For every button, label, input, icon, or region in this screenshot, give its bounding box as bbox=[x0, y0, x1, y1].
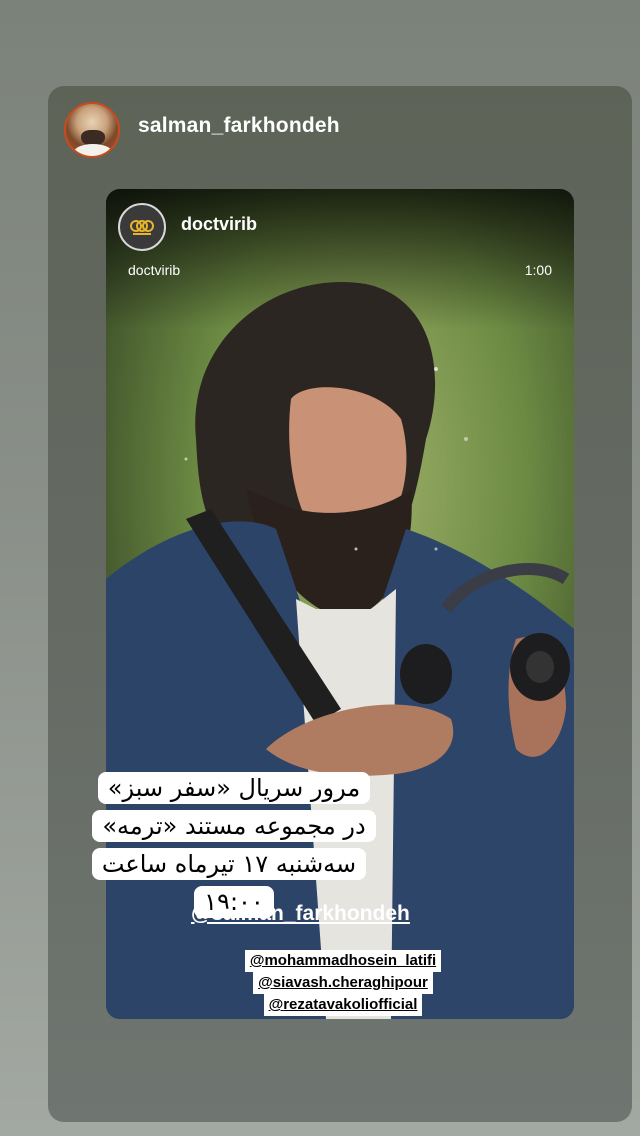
channel-avatar[interactable] bbox=[118, 203, 166, 251]
caption-sticker: مرور سریال «سفر سبز» در مجموعه مستند «تر… bbox=[71, 769, 397, 921]
doc-tv-logo-icon bbox=[130, 220, 154, 235]
story-username[interactable]: salman_farkhondeh bbox=[138, 114, 340, 138]
mention-sticker[interactable]: @siavash.cheraghipour bbox=[253, 972, 433, 994]
mention-main-name: salman_farkhondeh bbox=[211, 902, 410, 925]
mention-at-icon: @ bbox=[191, 902, 212, 925]
caption-line: مرور سریال «سفر سبز» bbox=[97, 772, 371, 804]
caption-line: در مجموعه مستند «ترمه» bbox=[92, 810, 376, 842]
mention-at-icon: @ bbox=[268, 996, 284, 1013]
post-username[interactable]: doctvirib bbox=[181, 214, 257, 235]
mention-sticker[interactable]: @rezatavakoliofficial bbox=[263, 994, 423, 1016]
avatar-shirt-shape bbox=[74, 144, 112, 156]
mention-name: mohammadhosein_latifi bbox=[264, 952, 437, 969]
mention-list: @mohammadhosein_latifi @siavash.cheraghi… bbox=[228, 950, 458, 1016]
mention-at-icon: @ bbox=[258, 974, 273, 991]
mention-name: siavash.cheraghipour bbox=[272, 974, 428, 991]
mention-name: rezatavakoliofficial bbox=[283, 996, 418, 1013]
mention-sticker[interactable]: @mohammadhosein_latifi bbox=[244, 950, 442, 972]
video-duration: 1:00 bbox=[524, 262, 552, 278]
profile-avatar[interactable] bbox=[64, 102, 120, 158]
mention-sticker-main[interactable]: @salman_farkhondeh bbox=[191, 902, 410, 926]
mention-at-icon: @ bbox=[249, 952, 265, 969]
video-username-label: doctvirib bbox=[128, 262, 181, 278]
